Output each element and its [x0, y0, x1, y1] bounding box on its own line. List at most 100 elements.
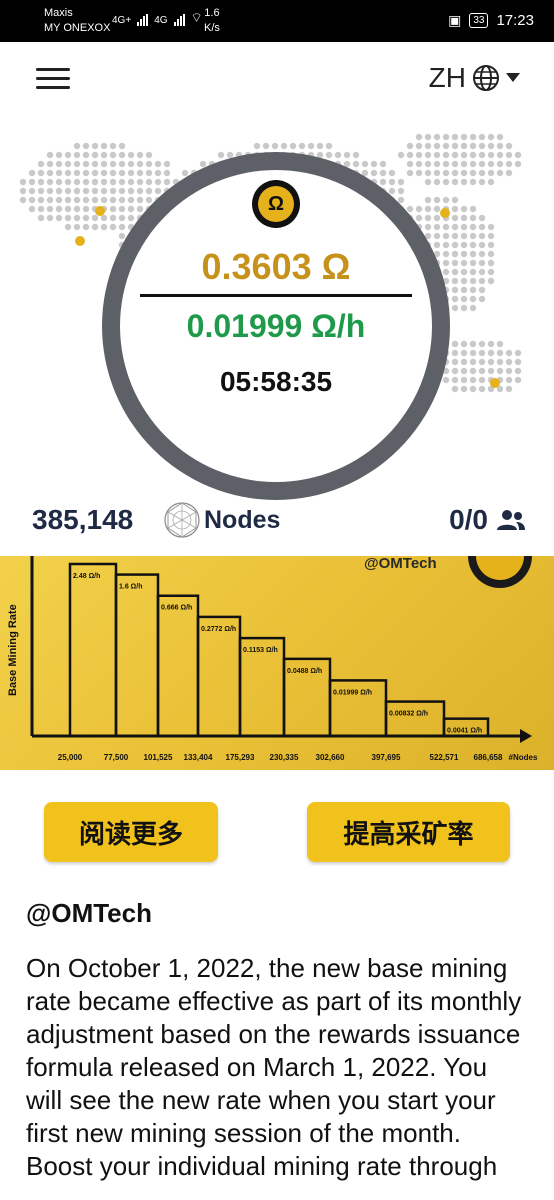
- x-tick-label: 686,658: [474, 753, 503, 762]
- map-dot: [433, 232, 441, 240]
- map-dot: [82, 223, 90, 231]
- map-dot: [406, 160, 414, 168]
- map-dot: [424, 169, 432, 177]
- map-dot: [73, 223, 81, 231]
- map-dot: [415, 169, 423, 177]
- map-dot: [145, 160, 153, 168]
- dial-divider: [140, 294, 412, 297]
- map-dot: [460, 241, 468, 249]
- map-dot: [361, 160, 369, 168]
- map-dot: [460, 358, 468, 366]
- map-dot: [91, 187, 99, 195]
- map-dot: [118, 160, 126, 168]
- map-dot: [514, 376, 522, 384]
- map-dot: [136, 187, 144, 195]
- map-dot: [46, 205, 54, 213]
- map-dot: [145, 187, 153, 195]
- map-dot: [127, 187, 135, 195]
- map-dot: [460, 259, 468, 267]
- map-dot: [100, 151, 108, 159]
- chart-bar: [156, 594, 200, 738]
- read-more-button[interactable]: 阅读更多: [44, 802, 218, 862]
- map-dot: [469, 349, 477, 357]
- map-dot: [469, 133, 477, 141]
- menu-icon[interactable]: [36, 68, 70, 94]
- map-dot: [478, 250, 486, 258]
- map-dot: [487, 232, 495, 240]
- map-dot: [100, 160, 108, 168]
- map-dot: [82, 187, 90, 195]
- map-dot: [424, 223, 432, 231]
- map-dot: [100, 196, 108, 204]
- map-dot: [460, 205, 468, 213]
- map-dot: [451, 340, 459, 348]
- map-dot: [487, 142, 495, 150]
- team-counter[interactable]: 0/0: [449, 504, 526, 536]
- map-dot: [451, 178, 459, 186]
- map-dot: [478, 385, 486, 393]
- map-dot: [82, 151, 90, 159]
- chart-bar: [384, 700, 446, 738]
- map-dot: [55, 169, 63, 177]
- language-selector[interactable]: ZH: [429, 62, 520, 94]
- map-dot: [109, 151, 117, 159]
- battery-icon: 33: [469, 13, 489, 28]
- map-dot: [415, 142, 423, 150]
- map-dot: [127, 205, 135, 213]
- map-dot: [415, 214, 423, 222]
- map-dot: [487, 151, 495, 159]
- map-dot: [64, 205, 72, 213]
- x-axis-label: #Nodes: [509, 753, 538, 762]
- x-tick-label: 133,404: [184, 753, 213, 762]
- map-dot: [433, 205, 441, 213]
- map-dot: [478, 286, 486, 294]
- map-dot: [91, 178, 99, 186]
- map-dot: [127, 160, 135, 168]
- map-dot: [469, 259, 477, 267]
- map-dot: [64, 160, 72, 168]
- map-dot: [451, 376, 459, 384]
- map-dot: [451, 133, 459, 141]
- x-tick-label: 101,525: [144, 753, 173, 762]
- map-dot: [469, 277, 477, 285]
- map-dot: [460, 160, 468, 168]
- map-dot: [478, 241, 486, 249]
- map-dot: [37, 214, 45, 222]
- chart-bar: [114, 573, 160, 738]
- map-dot: [37, 196, 45, 204]
- map-dot: [460, 268, 468, 276]
- map-dot: [406, 205, 414, 213]
- map-dot: [109, 214, 117, 222]
- mining-rate: 0.01999 Ω/h: [186, 308, 366, 344]
- x-tick-label: 25,000: [58, 753, 83, 762]
- map-dot: [82, 178, 90, 186]
- map-dot: [262, 142, 270, 150]
- map-dot: [154, 160, 162, 168]
- map-dot: [37, 160, 45, 168]
- map-dot: [406, 169, 414, 177]
- map-dot: [496, 367, 504, 375]
- map-dot: [442, 178, 450, 186]
- map-dot: [28, 205, 36, 213]
- boost-rate-button[interactable]: 提高采矿率: [307, 802, 510, 862]
- map-dot: [397, 178, 405, 186]
- map-dot: [505, 358, 513, 366]
- map-dot: [469, 160, 477, 168]
- map-dot: [316, 142, 324, 150]
- map-dot: [100, 178, 108, 186]
- map-dot: [496, 151, 504, 159]
- map-dot: [64, 151, 72, 159]
- map-dot: [487, 259, 495, 267]
- map-dot: [82, 160, 90, 168]
- map-dot: [478, 376, 486, 384]
- stats-row: 385,148 Nodes 0/0: [0, 498, 554, 548]
- map-dot: [325, 142, 333, 150]
- map-dot: [136, 178, 144, 186]
- users-icon: [497, 510, 525, 530]
- map-dot: [505, 160, 513, 168]
- map-dot: [451, 295, 459, 303]
- x-tick-label: 230,335: [270, 753, 299, 762]
- map-dot: [487, 169, 495, 177]
- map-dot: [469, 142, 477, 150]
- map-dot: [451, 358, 459, 366]
